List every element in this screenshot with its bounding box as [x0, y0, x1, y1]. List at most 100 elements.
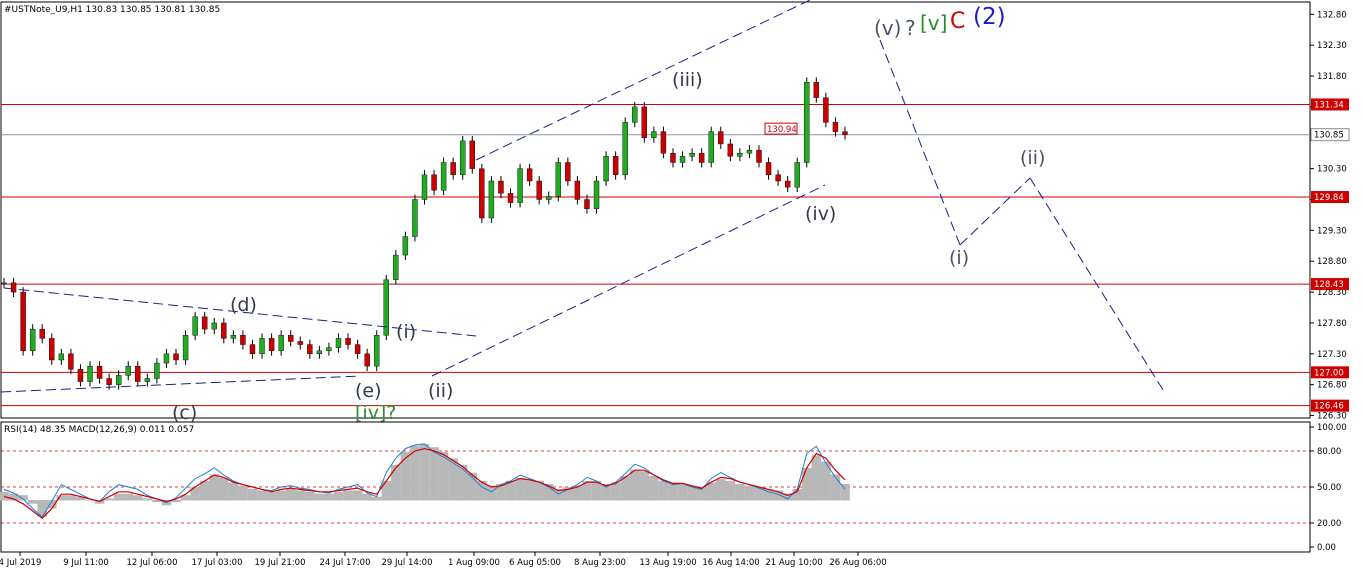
x-tick-label: 17 Jul 03:00	[192, 558, 243, 568]
macd-histogram-bar	[515, 477, 525, 501]
candle-body	[393, 254, 399, 280]
candle-body	[689, 153, 695, 157]
candle-body	[259, 338, 265, 355]
y-tick-label: 128.80	[1317, 257, 1347, 267]
candle-body	[402, 236, 409, 256]
wave-label: (i)	[949, 247, 969, 269]
candle-body	[479, 168, 485, 219]
candle-body	[106, 378, 112, 385]
wave-label: (iv)	[805, 203, 836, 225]
y-tick-label: 132.30	[1317, 41, 1347, 51]
candle-body	[58, 353, 65, 361]
price-tag-label: 130.94	[767, 125, 797, 135]
wave-label: [v]	[920, 11, 947, 35]
candle-body	[10, 282, 17, 293]
macd-histogram-bar	[257, 490, 267, 501]
candle-body	[154, 362, 160, 379]
candle-body	[412, 199, 418, 237]
candle-body	[288, 335, 294, 342]
candle-body	[651, 131, 657, 138]
candle-body	[39, 328, 45, 339]
macd-histogram-bar	[27, 500, 38, 504]
candle-body	[526, 168, 533, 182]
symbol-header: #USTNote_U9,H1 130.83 130.85 130.81 130.…	[4, 5, 220, 15]
candle-body	[354, 344, 361, 355]
y-tick-label: 126.80	[1317, 381, 1347, 391]
macd-histogram-bar	[266, 492, 277, 501]
macd-histogram-bar	[371, 496, 382, 501]
wave-label: (iii)	[672, 69, 703, 91]
macd-histogram-bar	[658, 480, 669, 501]
candle-body	[77, 369, 84, 382]
candle-body	[804, 82, 810, 163]
macd-histogram-bar	[735, 484, 745, 501]
macd-histogram-bar	[295, 490, 306, 501]
macd-histogram-bar	[333, 492, 344, 501]
candle-body	[708, 131, 714, 163]
candle-body	[211, 322, 217, 330]
macd-histogram-bar	[649, 476, 659, 501]
candle-body	[718, 131, 724, 145]
macd-histogram-bar	[343, 490, 353, 501]
macd-histogram-bar	[429, 447, 439, 501]
candle-body	[507, 193, 514, 203]
candle-body	[660, 131, 667, 154]
wave-label: (d)	[230, 294, 257, 316]
macd-histogram-bar	[66, 495, 76, 501]
candle-body	[440, 162, 447, 191]
macd-histogram-bar	[276, 490, 286, 501]
candle-body	[135, 365, 141, 382]
candle-body	[546, 196, 552, 200]
macd-histogram-bar	[352, 490, 363, 501]
candle-body	[775, 174, 781, 182]
level-label: 128.43	[1314, 280, 1344, 290]
candle-body	[173, 353, 179, 361]
x-tick-label: 19 Jul 21:00	[255, 558, 306, 568]
macd-histogram-bar	[419, 444, 430, 501]
candle-body	[641, 106, 648, 138]
wave-label: (2)	[973, 4, 1006, 30]
chart-svg: 132.80132.30131.80131.30130.80130.30129.…	[0, 0, 1362, 574]
candle-body	[488, 180, 495, 219]
y-tick-label: 130.30	[1317, 165, 1347, 175]
candle-body	[727, 143, 734, 157]
wave-label: (ii)	[1020, 147, 1045, 169]
macd-histogram-bar	[840, 484, 850, 501]
candle-body	[670, 153, 676, 163]
candle-body	[517, 168, 523, 203]
macd-histogram-bar	[305, 492, 315, 501]
x-tick-label: 21 Aug 10:00	[765, 558, 822, 568]
candle-body	[737, 153, 743, 157]
candle-body	[746, 149, 753, 154]
macd-histogram-bar	[629, 469, 640, 501]
candle-body	[364, 353, 370, 367]
candle-body	[297, 341, 303, 345]
x-tick-label: 13 Aug 19:00	[639, 558, 696, 568]
chart-root: 132.80132.30131.80131.30130.80130.30129.…	[0, 0, 1362, 574]
macd-histogram-bar	[677, 484, 688, 501]
candle-body	[431, 174, 437, 191]
candle-body	[536, 180, 542, 200]
y-tick-label: 127.30	[1317, 350, 1347, 360]
x-tick-label: 16 Aug 14:00	[702, 558, 759, 568]
candle-body	[115, 375, 122, 385]
candle-body	[498, 180, 504, 194]
candle-body	[612, 156, 619, 176]
candle-body	[1, 282, 7, 285]
wave-label: (i)	[396, 321, 416, 343]
wave-label: ?	[905, 16, 916, 40]
candle-body	[374, 335, 380, 367]
macd-histogram-bar	[524, 479, 535, 501]
macd-histogram-bar	[811, 455, 822, 501]
candle-body	[842, 131, 848, 135]
candle-body	[68, 353, 74, 370]
candle-body	[144, 378, 151, 382]
macd-histogram-bar	[830, 474, 841, 501]
macd-histogram-bar	[209, 474, 220, 501]
candle-body	[632, 106, 638, 123]
candle-body	[698, 153, 705, 163]
macd-histogram-bar	[400, 452, 411, 501]
candle-body	[679, 156, 686, 163]
candle-body	[574, 180, 581, 200]
wave-label: [iv]?	[355, 402, 396, 424]
